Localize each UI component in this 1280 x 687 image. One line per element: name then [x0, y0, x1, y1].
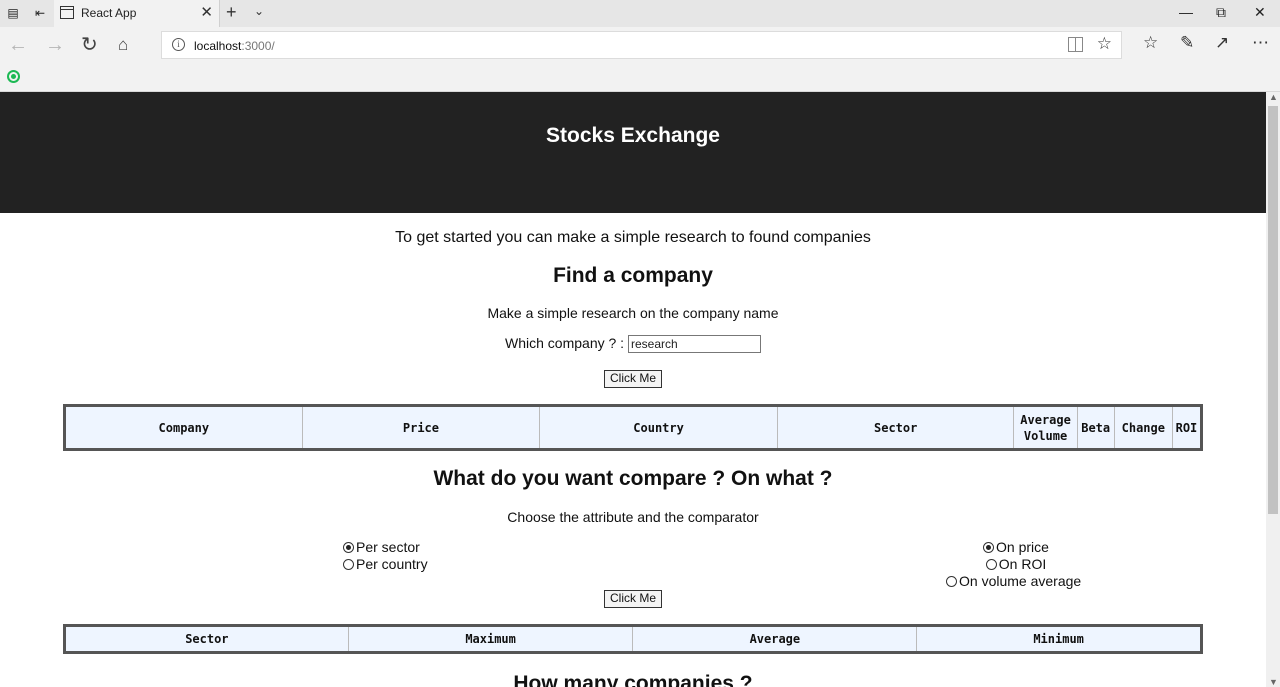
- web-note-pen-icon[interactable]: ✎: [1180, 33, 1194, 53]
- radio-on-volume-average[interactable]: On volume average: [946, 573, 1086, 590]
- radio-button-checked[interactable]: [343, 542, 354, 553]
- column-header-sector[interactable]: Sector: [776, 405, 1015, 450]
- radio-label: On price: [996, 539, 1049, 555]
- radio-label: On volume average: [959, 573, 1082, 589]
- tab-list-chevron-icon[interactable]: ⌄: [254, 4, 264, 18]
- find-company-heading: Find a company: [553, 264, 713, 287]
- stats-table: Sector Maximum Average Minimum: [63, 624, 1203, 654]
- minimize-icon[interactable]: —: [1179, 4, 1193, 20]
- address-bar[interactable]: i localhost:3000/ ☆: [161, 31, 1122, 59]
- attribute-radio-group: Per sector Per country: [343, 539, 428, 573]
- refresh-icon[interactable]: ↻: [81, 34, 98, 56]
- header-banner: Stocks Exchange: [0, 92, 1266, 213]
- extensions-bar: [0, 64, 1280, 92]
- reading-view-icon[interactable]: [1068, 37, 1083, 52]
- column-header-country[interactable]: Country: [539, 405, 778, 450]
- column-header-company[interactable]: Company: [64, 405, 303, 450]
- radio-label: Per country: [356, 556, 428, 572]
- column-header-roi[interactable]: ROI: [1171, 405, 1203, 450]
- scroll-down-icon[interactable]: ▼: [1269, 677, 1278, 687]
- share-icon[interactable]: ↗: [1215, 33, 1229, 53]
- search-label: Which company ? :: [505, 335, 625, 351]
- new-tab-icon[interactable]: +: [226, 2, 237, 23]
- scroll-up-icon[interactable]: ▲: [1269, 92, 1278, 102]
- radio-label: On ROI: [998, 556, 1047, 572]
- how-many-heading: How many companies ?: [513, 672, 753, 687]
- search-row: Which company ? :: [0, 335, 1266, 354]
- browser-tab-bar: ▤ ⇤ React App ✕ + ⌄ — ⧉ ✕: [0, 0, 1280, 27]
- page-icon: [60, 6, 74, 19]
- set-aside-tabs-icon[interactable]: ⇤: [32, 5, 48, 21]
- page-content: Stocks Exchange To get started you can m…: [0, 92, 1266, 687]
- radio-button-checked[interactable]: [983, 542, 995, 553]
- table-header-row: Sector Maximum Average Minimum: [64, 625, 1202, 653]
- favorites-hub-icon[interactable]: ☆: [1143, 33, 1158, 53]
- radio-on-roi[interactable]: On ROI: [946, 556, 1086, 573]
- home-icon[interactable]: ⌂: [118, 34, 128, 56]
- favorite-star-icon[interactable]: ☆: [1097, 34, 1112, 54]
- compare-heading: What do you want compare ? On what ?: [433, 467, 833, 490]
- radio-button[interactable]: [946, 576, 957, 587]
- forward-icon[interactable]: →: [45, 34, 65, 56]
- intro-text: To get started you can make a simple res…: [395, 229, 871, 246]
- table-header-row: Company Price Country Sector Average Vol…: [64, 405, 1203, 450]
- companies-table: Company Price Country Sector Average Vol…: [63, 404, 1203, 451]
- page-title: Stocks Exchange: [546, 124, 720, 147]
- site-info-icon[interactable]: i: [172, 38, 185, 51]
- column-header-sector[interactable]: Sector: [64, 625, 349, 653]
- extension-icon[interactable]: [7, 70, 20, 83]
- close-window-icon[interactable]: ✕: [1254, 4, 1266, 21]
- comparator-radio-group: On price On ROI On volume average: [946, 539, 1086, 590]
- column-header-change[interactable]: Change: [1113, 405, 1173, 450]
- search-button[interactable]: Click Me: [604, 370, 662, 388]
- more-options-icon[interactable]: ⋯: [1252, 33, 1269, 53]
- address-toolbar: ← → ↻ ⌂ i localhost:3000/ ☆ ☆ ✎ ↗ ⋯: [0, 27, 1280, 64]
- column-header-price[interactable]: Price: [301, 405, 541, 450]
- column-header-maximum[interactable]: Maximum: [347, 625, 634, 653]
- column-header-minimum[interactable]: Minimum: [916, 625, 1202, 653]
- restore-icon[interactable]: ⧉: [1216, 4, 1226, 21]
- column-header-average[interactable]: Average: [632, 625, 918, 653]
- back-icon[interactable]: ←: [8, 34, 28, 56]
- page-scrollbar[interactable]: ▲ ▼: [1266, 92, 1280, 687]
- close-tab-icon[interactable]: ✕: [200, 4, 213, 22]
- scrollbar-thumb[interactable]: [1268, 106, 1278, 514]
- radio-on-price[interactable]: On price: [946, 539, 1086, 556]
- compare-subtitle: Choose the attribute and the comparator: [507, 509, 759, 525]
- tab-title: React App: [81, 6, 137, 20]
- radio-per-sector[interactable]: Per sector: [343, 539, 428, 556]
- radio-button[interactable]: [343, 559, 354, 570]
- compare-button[interactable]: Click Me: [604, 590, 662, 608]
- browser-tab[interactable]: React App ✕: [54, 0, 220, 27]
- radio-per-country[interactable]: Per country: [343, 556, 428, 573]
- find-company-subtitle: Make a simple research on the company na…: [487, 305, 779, 321]
- column-header-average-volume[interactable]: Average Volume: [1013, 405, 1078, 450]
- url-text[interactable]: localhost:3000/: [194, 39, 275, 53]
- radio-label: Per sector: [356, 539, 420, 555]
- column-header-beta[interactable]: Beta: [1076, 405, 1115, 450]
- radio-button[interactable]: [985, 559, 997, 570]
- company-search-input[interactable]: [627, 335, 761, 354]
- tab-actions-icon[interactable]: ▤: [5, 5, 21, 21]
